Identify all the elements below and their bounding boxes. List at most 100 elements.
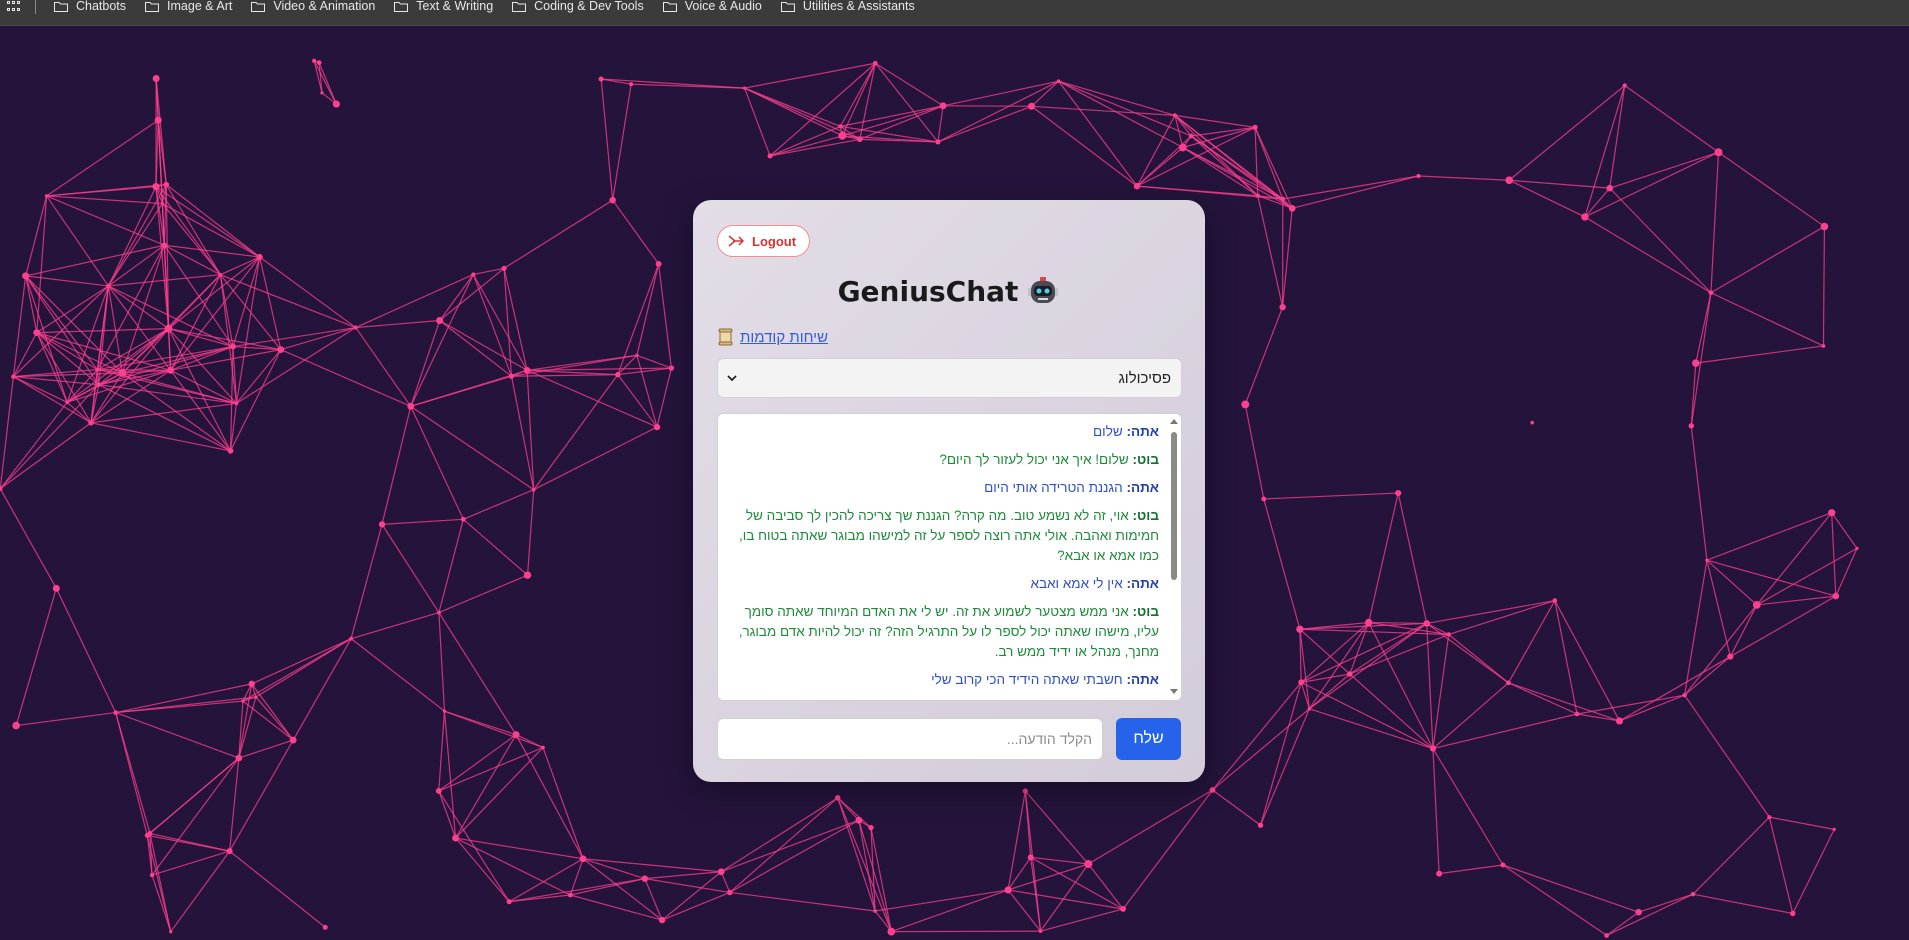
network-line xyxy=(1244,404,1265,500)
network-line xyxy=(1609,151,1719,189)
chat-scrollbar[interactable] xyxy=(1167,414,1181,700)
network-line xyxy=(1609,85,1626,189)
network-line xyxy=(1309,708,1434,750)
network-line xyxy=(1137,185,1258,197)
network-node xyxy=(234,401,239,406)
network-line xyxy=(1040,863,1089,932)
bookmark-folder-video-animation[interactable]: Video & Animation xyxy=(251,0,375,13)
network-node xyxy=(435,787,442,794)
bookmark-folder-image-art[interactable]: Image & Art xyxy=(145,0,232,13)
network-line xyxy=(656,367,672,428)
bookmark-folder-utilities-assistants[interactable]: Utilities & Assistants xyxy=(780,0,915,13)
network-node xyxy=(349,636,353,641)
network-node xyxy=(531,487,536,492)
message-input[interactable] xyxy=(717,718,1103,760)
network-node xyxy=(1714,148,1723,157)
network-node xyxy=(322,924,328,930)
network-line xyxy=(1684,656,1731,696)
bookmark-folder-text-writing[interactable]: Text & Writing xyxy=(394,0,493,13)
network-node xyxy=(1705,558,1709,562)
bookmark-folder-coding-dev-tools[interactable]: Coding & Dev Tools xyxy=(512,0,644,13)
network-node xyxy=(635,353,639,357)
network-line xyxy=(744,62,876,89)
network-node xyxy=(1615,717,1624,725)
network-line xyxy=(230,349,282,452)
network-line xyxy=(1584,187,1611,218)
scroll-down-arrow-icon[interactable] xyxy=(1170,689,1178,694)
network-node xyxy=(523,571,532,579)
network-line xyxy=(1088,789,1213,865)
network-line xyxy=(1212,708,1310,791)
network-line xyxy=(1260,708,1310,826)
chat-window[interactable]: אתה: שלום בוט: שלום! איך אני יכול לעזור … xyxy=(717,413,1182,701)
network-line xyxy=(1432,748,1504,866)
network-line xyxy=(1606,911,1639,936)
network-line xyxy=(0,422,92,490)
bookmark-folder-chatbots[interactable]: Chatbots xyxy=(54,0,126,13)
network-node xyxy=(277,346,285,353)
network-line xyxy=(942,80,1059,107)
network-line xyxy=(840,125,939,143)
network-node xyxy=(254,695,258,699)
network-node xyxy=(1416,173,1421,179)
network-node xyxy=(144,832,150,838)
network-line xyxy=(455,734,517,839)
network-line xyxy=(146,835,172,932)
network-line xyxy=(1554,600,1621,722)
network-line xyxy=(658,263,672,369)
network-line xyxy=(1718,151,1825,227)
folder-icon xyxy=(251,1,266,12)
bookmark-folder-voice-audio[interactable]: Voice & Audio xyxy=(662,0,762,13)
network-node xyxy=(1606,184,1614,192)
network-line xyxy=(25,275,109,287)
network-node xyxy=(1022,788,1028,794)
network-node xyxy=(653,423,661,431)
network-line xyxy=(1756,595,1836,606)
network-line xyxy=(12,332,38,377)
network-line xyxy=(151,874,172,932)
network-node xyxy=(226,848,233,855)
scroll-thumb[interactable] xyxy=(1171,432,1177,580)
network-node xyxy=(248,680,255,688)
network-line xyxy=(1835,548,1858,597)
network-line xyxy=(438,612,446,712)
bookmark-label: Voice & Audio xyxy=(684,0,762,13)
network-line xyxy=(1831,512,1837,597)
network-line xyxy=(1300,681,1434,750)
persona-select[interactable]: פסיכולוג xyxy=(717,358,1182,398)
network-node xyxy=(1296,625,1304,633)
network-line xyxy=(1190,135,1293,209)
network-node xyxy=(65,400,69,405)
network-node xyxy=(149,872,155,878)
network-line xyxy=(1768,817,1794,914)
network-line xyxy=(12,275,27,377)
network-node xyxy=(872,60,878,66)
previous-chats-link[interactable]: שיחות קודמות xyxy=(717,328,828,346)
message-text: אני ממש מצטער לשמוע את זה. יש לי את האדם… xyxy=(738,604,1159,659)
apps-grid-icon[interactable] xyxy=(7,0,23,13)
network-line xyxy=(1282,208,1293,308)
network-line xyxy=(1692,816,1770,895)
network-line xyxy=(937,80,1059,143)
network-node xyxy=(1790,910,1796,917)
network-line xyxy=(46,119,159,197)
network-line xyxy=(115,696,256,714)
message-bot: בוט: אוי, זה לא נשמע טוב. מה קרה? הגננת … xyxy=(732,506,1159,566)
network-line xyxy=(165,184,221,276)
network-node xyxy=(160,201,164,206)
network-line xyxy=(1368,622,1434,749)
message-text: שלום xyxy=(1093,424,1123,439)
network-node xyxy=(11,374,16,379)
scroll-up-arrow-icon[interactable] xyxy=(1170,419,1178,424)
network-line xyxy=(769,125,841,157)
network-line xyxy=(875,62,944,107)
network-node xyxy=(22,272,30,280)
network-line xyxy=(1257,195,1284,308)
folder-icon xyxy=(780,1,795,12)
network-node xyxy=(1821,344,1826,348)
logout-button[interactable]: Logout xyxy=(717,225,810,257)
network-line xyxy=(25,275,98,370)
send-button[interactable]: שלח xyxy=(1116,718,1181,760)
network-line xyxy=(937,105,944,142)
network-node xyxy=(1581,213,1589,221)
